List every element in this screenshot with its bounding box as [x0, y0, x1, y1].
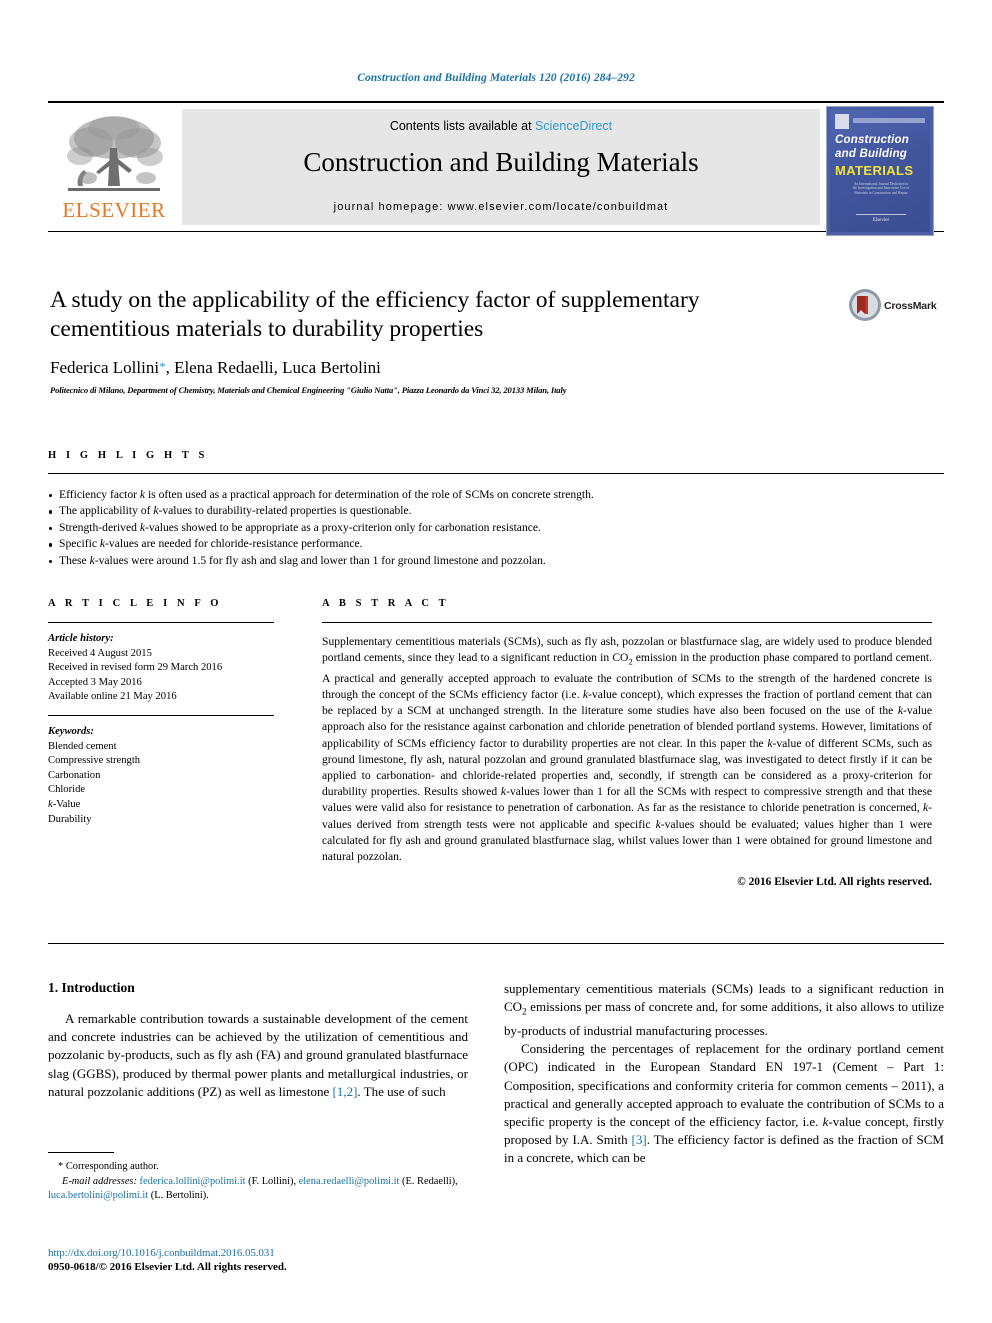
elsevier-logo: ELSEVIER	[50, 110, 178, 228]
keyword-item: Carbonation	[48, 769, 101, 781]
article-info-section: A R T I C L E I N F O Article history: R…	[48, 598, 274, 827]
journal-masthead: ELSEVIER Contents lists available at Sci…	[48, 101, 944, 236]
cover-blurb: An International Journal Dedicated to th…	[852, 182, 910, 195]
issn-copyright-line: 0950-0618/© 2016 Elsevier Ltd. All right…	[48, 1261, 287, 1273]
masthead-bottom-rule	[48, 231, 944, 232]
journal-cover-thumbnail[interactable]: Construction and Building MATERIALS An I…	[826, 106, 934, 236]
journal-homepage-link[interactable]: journal homepage: www.elsevier.com/locat…	[182, 201, 820, 213]
affiliation: Politecnico di Milano, Department of Che…	[50, 385, 567, 395]
article-info-rule-mid	[48, 714, 274, 716]
body-column-right: supplementary cementitious materials (SC…	[504, 980, 944, 1168]
article-title: A study on the applicability of the effi…	[50, 287, 700, 342]
history-item: Received 4 August 2015	[48, 647, 152, 659]
body-separator-rule	[48, 943, 944, 944]
crossmark-badge[interactable]: CrossMark	[848, 288, 940, 328]
cover-title-line3: MATERIALS	[835, 163, 914, 178]
corresponding-marker: *	[58, 1161, 64, 1172]
elsevier-tree-icon	[67, 116, 163, 191]
history-item: Received in revised form 29 March 2016	[48, 662, 223, 674]
contents-available-line: Contents lists available at ScienceDirec…	[182, 119, 820, 133]
body-column-left: 1. Introduction A remarkable contributio…	[48, 980, 468, 1101]
sciencedirect-link[interactable]: ScienceDirect	[535, 119, 612, 133]
history-item: Available online 21 May 2016	[48, 691, 177, 703]
abstract-section: A B S T R A C T Supplementary cementitio…	[322, 598, 932, 888]
cover-elsevier-mark-icon	[835, 114, 849, 129]
email-link-redaelli[interactable]: elena.redaelli@polimi.it	[299, 1176, 400, 1187]
cover-title-line1: Construction	[835, 134, 909, 146]
abstract-text: Supplementary cementitious materials (SC…	[322, 635, 933, 863]
masthead-top-rule	[48, 101, 944, 103]
intro-paragraph-right-2: Considering the percentages of replaceme…	[504, 1040, 944, 1167]
history-item: Accepted 3 May 2016	[48, 676, 142, 688]
abstract-copyright: © 2016 Elsevier Ltd. All rights reserved…	[737, 876, 932, 889]
footer-doi-block: http://dx.doi.org/10.1016/j.conbuildmat.…	[48, 1247, 468, 1273]
paper-page: Construction and Building Materials 120 …	[0, 0, 992, 1323]
intro-paragraph-right-continued: supplementary cementitious materials (SC…	[504, 981, 944, 1038]
cover-top-bar	[853, 118, 925, 123]
email-label: E-mail addresses:	[62, 1176, 137, 1187]
email-owner-lollini: (F. Lollini)	[248, 1176, 294, 1187]
contents-prefix: Contents lists available at	[389, 119, 536, 133]
highlight-item: Efficiency factor k is often used as a p…	[48, 487, 944, 503]
author-first: Federica Lollini	[50, 358, 160, 377]
abstract-label: A B S T R A C T	[322, 598, 450, 609]
elsevier-wordmark: ELSEVIER	[62, 198, 166, 222]
highlights-list: Efficiency factor k is often used as a p…	[48, 487, 944, 569]
keywords-block: Keywords: Blended cement Compressive str…	[48, 725, 274, 827]
title-block: A study on the applicability of the effi…	[50, 286, 850, 395]
article-info-rule-top	[48, 622, 274, 623]
author-rest: , Elena Redaelli, Luca Bertolini	[165, 358, 381, 377]
footnote-rule	[48, 1152, 114, 1153]
keyword-item: Blended cement	[48, 740, 117, 752]
intro-paragraph-left: A remarkable contribution towards a sust…	[48, 1010, 468, 1101]
highlight-item: The applicability of k-values to durabil…	[48, 503, 944, 519]
abstract-rule	[322, 622, 932, 623]
keywords-title: Keywords:	[48, 725, 94, 737]
cover-title-line2: and Building	[835, 148, 908, 160]
doi-link[interactable]: http://dx.doi.org/10.1016/j.conbuildmat.…	[48, 1247, 468, 1259]
journal-cover-art: Construction and Building MATERIALS An I…	[830, 110, 930, 232]
author-list: Federica Lollini*, Elena Redaelli, Luca …	[50, 358, 850, 378]
cover-publisher: Elsevier	[872, 218, 890, 223]
intro-text-part2: . The use of such	[357, 1083, 446, 1099]
email-link-lollini[interactable]: federica.lollini@polimi.it	[140, 1176, 246, 1187]
keyword-item: Durability	[48, 813, 92, 825]
highlights-rule	[48, 473, 944, 474]
article-history-title: Article history:	[48, 633, 114, 644]
highlight-item: Specific k-values are needed for chlorid…	[48, 536, 944, 552]
highlights-section: H I G H L I G H T S Efficiency factor k …	[48, 450, 944, 569]
keyword-item: k-Value	[48, 798, 81, 810]
email-owner-redaelli: (E. Redaelli)	[402, 1176, 456, 1187]
email-addresses-note: E-mail addresses: federica.lollini@polim…	[48, 1176, 458, 1201]
email-link-bertolini[interactable]: luca.bertolini@polimi.it	[48, 1190, 148, 1201]
journal-band: Contents lists available at ScienceDirec…	[182, 109, 820, 225]
citation-ref-1-2[interactable]: [1,2]	[332, 1084, 357, 1099]
cover-divider	[856, 214, 906, 215]
journal-title: Construction and Building Materials	[303, 147, 699, 177]
email-owner-bertolini: (L. Bertolini).	[150, 1190, 209, 1201]
corresponding-author-note: * Corresponding author.	[48, 1160, 468, 1174]
article-history-block: Article history: Received 4 August 2015 …	[48, 632, 274, 705]
running-head: Construction and Building Materials 120 …	[357, 72, 635, 84]
corresponding-text: Corresponding author.	[65, 1161, 159, 1172]
citation-ref-3[interactable]: [3]	[632, 1132, 647, 1147]
footnote-block: * Corresponding author. E-mail addresses…	[48, 1152, 468, 1203]
highlight-item: Strength-derived k-values showed to be a…	[48, 520, 944, 536]
article-info-label: A R T I C L E I N F O	[48, 598, 223, 609]
section-heading-introduction: 1. Introduction	[48, 980, 135, 995]
highlights-label: H I G H L I G H T S	[48, 450, 208, 461]
keyword-item: Compressive strength	[48, 755, 141, 767]
highlight-item: These k-values were around 1.5 for fly a…	[48, 553, 944, 569]
keyword-item: Chloride	[48, 784, 86, 796]
crossmark-icon	[849, 289, 881, 321]
crossmark-label: CrossMark	[884, 300, 937, 312]
